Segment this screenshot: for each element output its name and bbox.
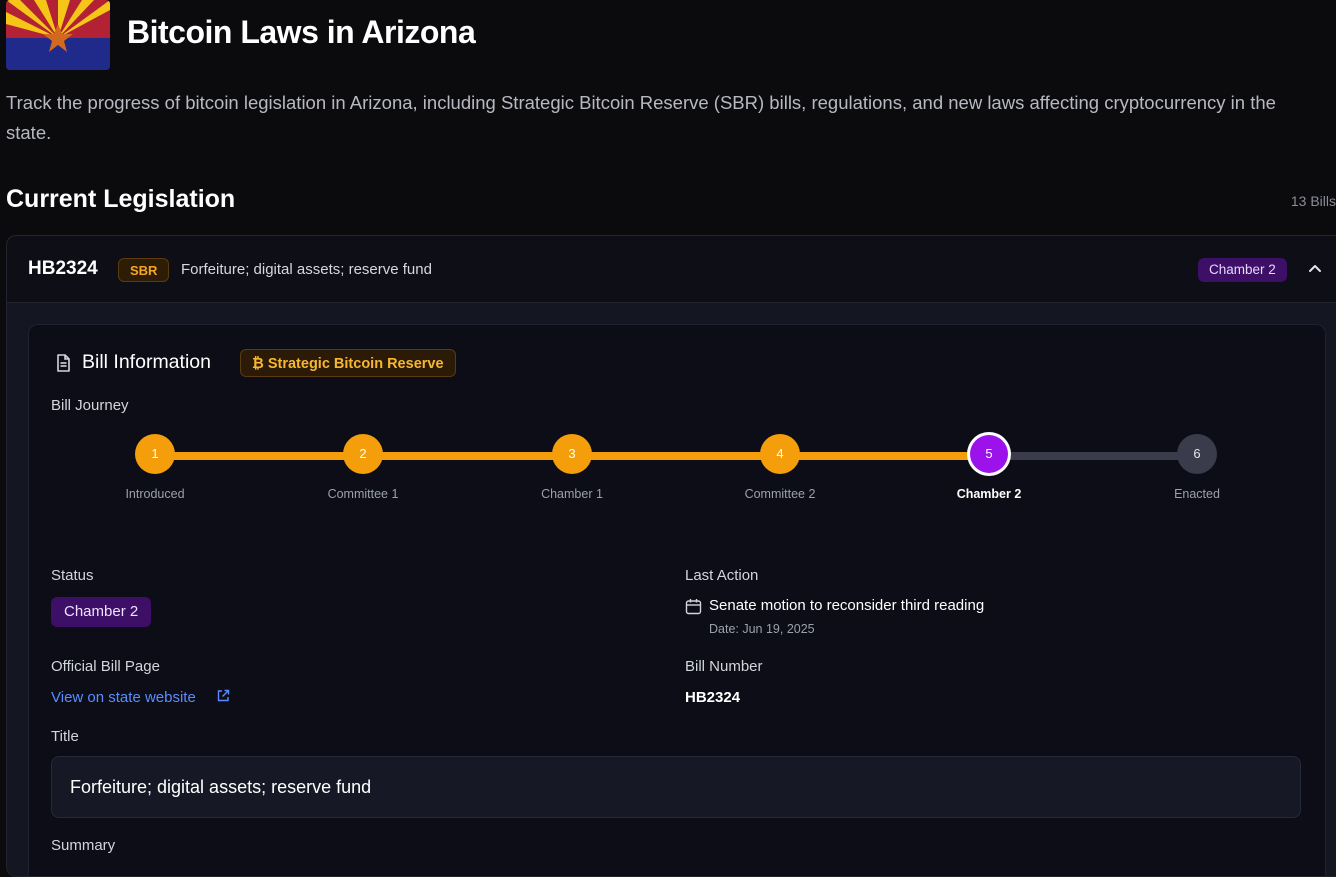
header-status-badge: Chamber 2 <box>1198 258 1287 282</box>
bill-count: 13 Bills <box>1290 193 1336 209</box>
journey-step-1: 1 <box>135 434 175 474</box>
status-badge: Chamber 2 <box>51 597 152 627</box>
bill-number-label: Bill Number <box>685 658 763 675</box>
journey-step-label-5: Chamber 2 <box>956 487 1022 501</box>
section-title: Current Legislation <box>6 185 236 213</box>
bill-number-value: HB2324 <box>685 689 741 706</box>
summary-label: Summary <box>51 837 116 854</box>
title-label: Title <box>51 728 79 745</box>
last-action-label: Last Action <box>685 567 759 584</box>
title-box: Forfeiture; digital assets; reserve fund <box>51 756 1301 818</box>
journey-step-3: 3 <box>552 434 592 474</box>
calendar-icon <box>685 599 702 615</box>
journey-step-label-6: Enacted <box>1174 487 1220 501</box>
journey-step-2: 2 <box>343 434 383 474</box>
info-title: Bill Information <box>82 351 211 373</box>
title-value: Forfeiture; digital assets; reserve fund <box>70 777 372 797</box>
bill-information-panel: Bill Information ₿ Strategic Bitcoin Res… <box>28 324 1326 876</box>
last-action-date: Date: Jun 19, 2025 <box>709 622 815 636</box>
journey-step-4: 4 <box>760 434 800 474</box>
bill-card: HB2324 SBR Forfeiture; digital assets; r… <box>6 235 1336 877</box>
arizona-flag-icon <box>6 0 110 70</box>
page-title: Bitcoin Laws in Arizona <box>127 14 476 50</box>
journey-label: Bill Journey <box>51 397 129 414</box>
journey-remaining-bar <box>989 452 1197 460</box>
status-label: Status <box>51 567 94 584</box>
bill-id: HB2324 <box>28 258 98 279</box>
external-link-icon[interactable] <box>216 689 230 703</box>
page-description: Track the progress of bitcoin legislatio… <box>6 92 1276 143</box>
journey-step-label-2: Committee 1 <box>327 487 399 501</box>
journey-step-label-3: Chamber 1 <box>541 487 603 501</box>
state-website-link[interactable]: View on state website <box>51 689 196 706</box>
bill-card-header[interactable]: HB2324 SBR Forfeiture; digital assets; r… <box>7 236 1336 303</box>
journey-step-label-1: Introduced <box>125 487 185 501</box>
strategic-reserve-tag: ₿ Strategic Bitcoin Reserve <box>240 349 456 377</box>
sbr-badge: SBR <box>118 258 170 282</box>
official-page-label: Official Bill Page <box>51 658 160 675</box>
bill-header-title: Forfeiture; digital assets; reserve fund <box>181 261 432 278</box>
last-action-text: Senate motion to reconsider third readin… <box>709 597 985 614</box>
journey-step-6: 6 <box>1177 434 1217 474</box>
journey-step-label-4: Committee 2 <box>744 487 816 501</box>
bill-details-area: Bill Information ₿ Strategic Bitcoin Res… <box>7 303 1336 876</box>
journey-step-5: 5 <box>970 435 1008 473</box>
chevron-up-icon[interactable] <box>1306 260 1324 278</box>
document-icon <box>57 354 70 372</box>
